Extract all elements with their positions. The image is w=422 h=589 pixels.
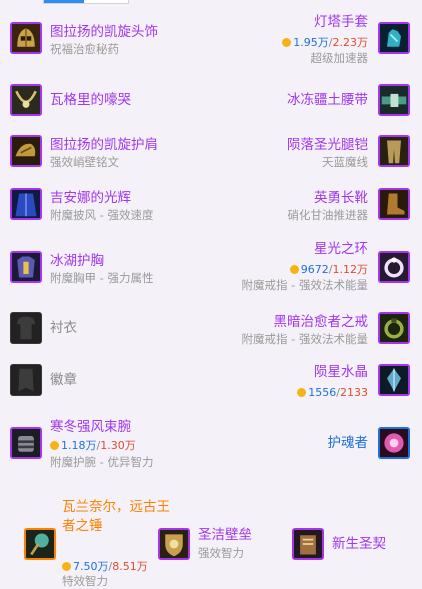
item-enchant: 附魔戒指 - 强效法术能量: [241, 332, 368, 346]
item-enchant: 附魔胸甲 - 强力属性: [50, 271, 154, 285]
item-price: 1556/2133: [297, 385, 368, 400]
orb-icon: [378, 427, 410, 459]
item-enchant: 天蓝魔线: [322, 155, 368, 169]
item-name: 陨落圣光腿铠: [287, 137, 368, 153]
item-name: 图拉扬的凯旋护肩: [50, 137, 158, 153]
cloak-icon: [10, 188, 42, 220]
mace-icon: [24, 528, 56, 560]
ring-icon: [378, 251, 410, 283]
item-name: 冰湖护胸: [50, 253, 104, 269]
item-name: 徽章: [50, 372, 77, 388]
item-enchant: 特效智力: [62, 574, 108, 588]
item-enchant: 附魔披风 - 强效速度: [50, 208, 154, 222]
item-name: 英勇长靴: [314, 190, 368, 206]
item-name: 陨星水晶: [314, 364, 368, 380]
necklace-icon: [10, 84, 42, 116]
gold-coin-icon: [289, 265, 299, 274]
item-enchant: 附魔护腕 - 优异智力: [50, 455, 154, 469]
item-price: 7.50万/8.51万: [62, 559, 148, 574]
item-price: 9672/1.12万: [289, 262, 368, 277]
item-name: 图拉扬的凯旋头饰: [50, 24, 158, 40]
gold-coin-icon: [50, 441, 59, 450]
item-name: 护魂者: [327, 435, 369, 451]
helmet-icon: [10, 22, 42, 54]
tab-indicator: [43, 0, 129, 4]
belt-icon: [378, 84, 410, 116]
item-price: 1.95万/2.23万: [282, 35, 368, 50]
boots-icon: [378, 188, 410, 220]
tabard-slot-icon: [10, 364, 42, 396]
ring-icon-2: [378, 312, 410, 344]
item-name: 寒冬强风束腕: [50, 419, 131, 435]
item-enchant: 祝福治愈秘药: [50, 42, 119, 56]
item-enchant: 附魔戒指 - 强效法术能量: [241, 278, 368, 292]
item-enchant: 硝化甘油推进器: [287, 208, 369, 222]
libram-icon: [292, 528, 324, 560]
item-price: 1.18万/1.30万: [50, 438, 136, 453]
gold-coin-icon: [282, 38, 292, 47]
gold-coin-icon: [62, 562, 71, 571]
gloves-icon: [378, 22, 410, 54]
legs-icon: [378, 135, 410, 167]
item-name: 新生圣契: [332, 536, 386, 552]
shield-icon: [158, 528, 190, 560]
item-name: 瓦格里的嚎哭: [50, 92, 131, 108]
item-enchant: 强效峭壁铭文: [50, 155, 119, 169]
item-name: 衬衣: [50, 320, 77, 336]
bracer-icon: [10, 427, 42, 459]
item-name: 吉安娜的光辉: [50, 190, 131, 206]
shoulder-icon: [10, 135, 42, 167]
item-enchant: 强效智力: [198, 546, 244, 560]
crystal-icon: [378, 364, 410, 396]
gold-coin-icon: [297, 388, 307, 397]
item-enchant: 超级加速器: [310, 51, 369, 65]
shirt-slot-icon: [10, 312, 42, 344]
item-name: 星光之环: [314, 241, 368, 257]
item-name: 圣洁壁垒: [198, 527, 252, 543]
item-name: 灯塔手套: [314, 14, 368, 30]
item-name: 黑暗治愈者之戒: [273, 314, 369, 330]
item-name: 冰冻疆土腰带: [287, 92, 368, 108]
chest-icon: [10, 251, 42, 283]
